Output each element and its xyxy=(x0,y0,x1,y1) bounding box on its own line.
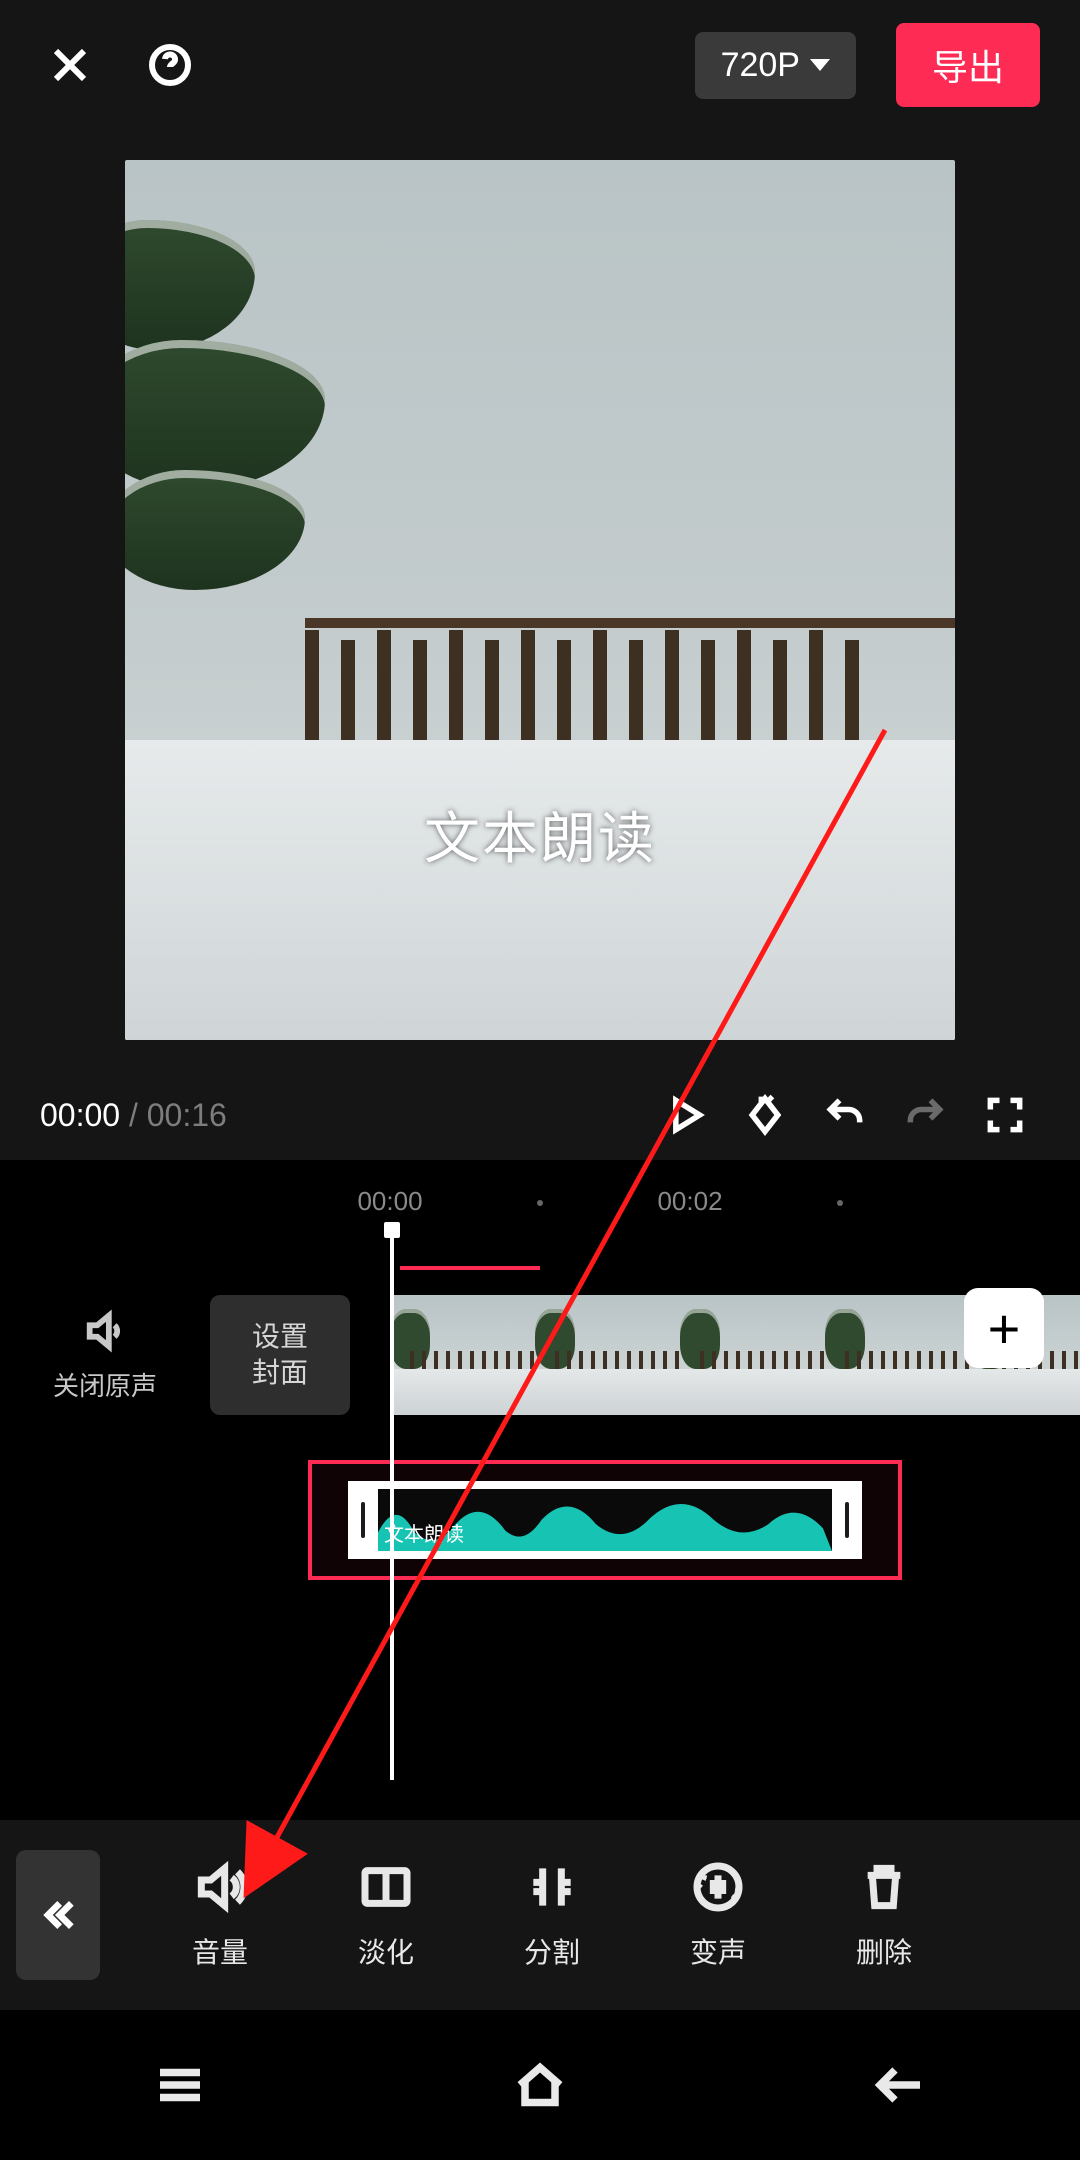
chevron-down-icon xyxy=(810,59,830,71)
duration: 00:16 xyxy=(147,1097,227,1133)
preview-text-overlay: 文本朗读 xyxy=(125,794,955,875)
back-icon xyxy=(870,2055,930,2115)
tool-fade[interactable]: 淡化 xyxy=(310,1859,462,1971)
tool-delete[interactable]: 删除 xyxy=(808,1859,960,1971)
keyframe-button[interactable] xyxy=(730,1080,800,1150)
preview-frame: 文本朗读 xyxy=(125,160,955,1040)
add-clip-button[interactable]: + xyxy=(964,1288,1044,1368)
plus-icon: + xyxy=(988,1296,1021,1361)
mute-original-label: 关闭原声 xyxy=(53,1366,157,1403)
system-navbar xyxy=(0,2010,1080,2160)
nav-home-button[interactable] xyxy=(510,2055,570,2115)
play-button[interactable] xyxy=(650,1080,720,1150)
tool-volume[interactable]: 音量 xyxy=(144,1859,296,1971)
delete-icon xyxy=(856,1859,912,1915)
redo-button[interactable] xyxy=(890,1080,960,1150)
audio-clip-label: 文本朗读 xyxy=(384,1518,464,1547)
volume-icon xyxy=(192,1859,248,1915)
play-icon xyxy=(663,1093,707,1137)
ruler-tick: 00:02 xyxy=(657,1186,722,1217)
help-button[interactable] xyxy=(140,35,200,95)
nav-menu-button[interactable] xyxy=(150,2055,210,2115)
clip-thumb xyxy=(390,1295,535,1415)
clip-thumb xyxy=(535,1295,680,1415)
ruler-dot xyxy=(837,1200,843,1206)
resolution-label: 720P xyxy=(721,46,800,85)
tool-split[interactable]: 分割 xyxy=(476,1859,628,1971)
back-button[interactable] xyxy=(16,1850,100,1980)
resolution-selector[interactable]: 720P xyxy=(695,32,856,99)
ruler-dot xyxy=(537,1200,543,1206)
time-readout: 00:00 / 00:16 xyxy=(40,1097,227,1134)
fullscreen-icon xyxy=(983,1093,1027,1137)
edit-toolbar: 音量 淡化 分割 变声 删除 xyxy=(0,1820,1080,2010)
undo-button[interactable] xyxy=(810,1080,880,1150)
nav-back-button[interactable] xyxy=(870,2055,930,2115)
split-icon xyxy=(524,1859,580,1915)
marker-line xyxy=(400,1266,540,1270)
ruler-tick: 00:00 xyxy=(357,1186,422,1217)
help-icon xyxy=(146,41,194,89)
set-cover-button[interactable]: 设置 封面 xyxy=(210,1295,350,1415)
fullscreen-button[interactable] xyxy=(970,1080,1040,1150)
playhead[interactable] xyxy=(390,1236,394,1780)
mute-original-button[interactable]: 关闭原声 xyxy=(0,1308,210,1403)
speaker-icon xyxy=(82,1308,128,1354)
fade-icon xyxy=(358,1859,414,1915)
close-icon xyxy=(46,41,94,89)
close-button[interactable] xyxy=(40,35,100,95)
redo-icon xyxy=(903,1093,947,1137)
time-ruler[interactable]: 00:00 00:02 xyxy=(0,1186,1080,1236)
audio-waveform: 文本朗读 xyxy=(378,1489,832,1551)
undo-icon xyxy=(823,1093,867,1137)
preview-area[interactable]: 文本朗读 xyxy=(0,130,1080,1070)
current-time: 00:00 xyxy=(40,1097,120,1133)
audio-clip[interactable]: 文本朗读 xyxy=(348,1481,862,1559)
clip-thumb xyxy=(825,1295,970,1415)
clip-handle-left[interactable] xyxy=(348,1481,378,1559)
audio-track-highlight: 文本朗读 xyxy=(308,1460,902,1580)
export-button[interactable]: 导出 xyxy=(896,23,1040,107)
clip-thumb xyxy=(680,1295,825,1415)
clip-handle-right[interactable] xyxy=(832,1481,862,1559)
home-icon xyxy=(510,2055,570,2115)
tool-voice-change[interactable]: 变声 xyxy=(642,1859,794,1971)
chevron-double-left-icon xyxy=(38,1895,78,1935)
menu-icon xyxy=(150,2055,210,2115)
voice-change-icon xyxy=(690,1859,746,1915)
keyframe-icon xyxy=(743,1093,787,1137)
timeline[interactable]: 00:00 00:02 关闭原声 设置 封面 + xyxy=(0,1160,1080,1900)
